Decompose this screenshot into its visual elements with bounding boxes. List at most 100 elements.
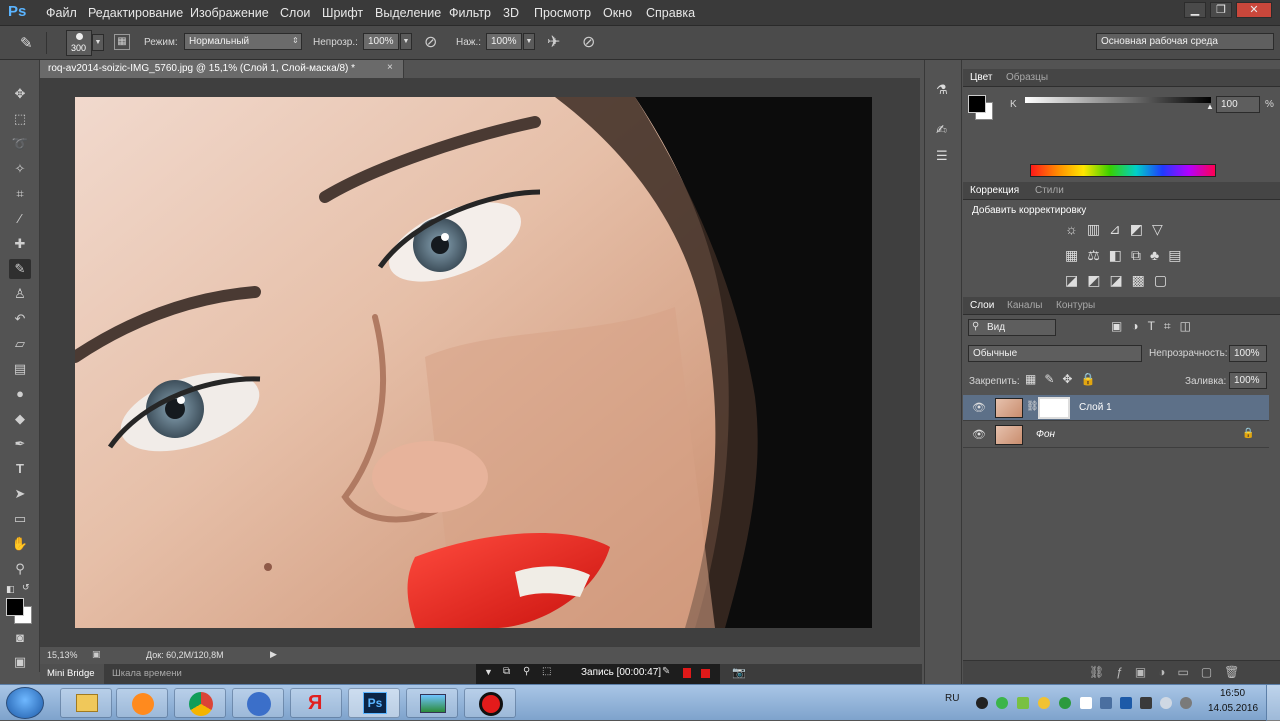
eyedropper-tool-icon[interactable]: ⁄ bbox=[9, 209, 31, 229]
show-desktop-button[interactable] bbox=[1266, 685, 1280, 721]
tab-adjustments[interactable]: Коррекция bbox=[970, 185, 1019, 196]
blur-tool-icon[interactable]: ◆ bbox=[9, 409, 31, 429]
zoom-tool-icon[interactable]: ⚲ bbox=[9, 559, 31, 579]
rectangle-tool-icon[interactable]: ▭ bbox=[9, 509, 31, 529]
zoom-level[interactable]: 15,13% bbox=[47, 650, 78, 660]
tray-network-icon[interactable] bbox=[1140, 697, 1152, 709]
tray-flag-icon[interactable] bbox=[1080, 697, 1092, 709]
layer-filter-icons[interactable]: ▣◑T⌗◫ bbox=[1111, 319, 1200, 334]
type-tool-icon[interactable]: T bbox=[9, 459, 31, 479]
lasso-tool-icon[interactable]: ➰ bbox=[9, 134, 31, 154]
menu-layers[interactable]: Слои bbox=[280, 6, 310, 20]
opacity-dropdown[interactable]: ▼ bbox=[400, 33, 412, 50]
restore-button[interactable]: ❐ bbox=[1210, 2, 1232, 18]
tab-timeline[interactable]: Шкала времени bbox=[112, 668, 182, 679]
pen-tool-icon[interactable]: ✒ bbox=[9, 434, 31, 454]
clone-stamp-tool-icon[interactable]: ♙ bbox=[9, 284, 31, 304]
layer-name[interactable]: Фон bbox=[1036, 429, 1055, 440]
pause-icon[interactable] bbox=[683, 668, 691, 678]
swap-colors-icon[interactable]: ↺ bbox=[22, 582, 30, 593]
taskbar-yandex[interactable]: Я bbox=[290, 688, 342, 718]
brush-presets-icon[interactable]: ✍ bbox=[936, 122, 947, 138]
flow-dropdown[interactable]: ▼ bbox=[523, 33, 535, 50]
visibility-eye-icon[interactable]: 👁 bbox=[972, 401, 986, 414]
opacity-input[interactable]: 100% bbox=[363, 33, 399, 50]
eraser-tool-icon[interactable]: ▱ bbox=[9, 334, 31, 354]
workspace-select[interactable]: Основная рабочая среда bbox=[1096, 33, 1274, 50]
tray-usb-icon[interactable] bbox=[1180, 697, 1192, 709]
taskbar-explorer[interactable] bbox=[60, 688, 112, 718]
layer-mask-thumbnail[interactable] bbox=[1038, 397, 1070, 419]
tray-shield-icon[interactable] bbox=[1059, 697, 1071, 709]
menu-type[interactable]: Шрифт bbox=[322, 6, 363, 20]
crop-tool-icon[interactable]: ⌗ bbox=[9, 184, 31, 204]
move-tool-icon[interactable]: ✥ bbox=[9, 84, 31, 104]
tab-styles[interactable]: Стили bbox=[1035, 185, 1064, 196]
gradient-tool-icon[interactable]: ▤ bbox=[9, 359, 31, 379]
tray-download-icon[interactable] bbox=[1038, 697, 1050, 709]
k-slider-track[interactable] bbox=[1025, 97, 1211, 103]
layer-row-background[interactable]: 👁 Фон 🔒 bbox=[963, 422, 1269, 448]
tray-display-icon[interactable] bbox=[1120, 697, 1132, 709]
tray-record-icon[interactable] bbox=[976, 697, 988, 709]
layer-action-icons[interactable]: ⛓ƒ▣◑▭▢🗑 bbox=[1089, 665, 1251, 679]
tab-swatches[interactable]: Образцы bbox=[1006, 72, 1048, 83]
layer-opacity-input[interactable]: 100% bbox=[1229, 345, 1267, 362]
healing-brush-tool-icon[interactable]: ✚ bbox=[9, 234, 31, 254]
status-info-icon[interactable]: ▣ bbox=[92, 649, 101, 660]
history-panel-icon[interactable]: ⚗ bbox=[936, 82, 948, 98]
menu-help[interactable]: Справка bbox=[646, 6, 695, 20]
close-window-button[interactable]: ✕ bbox=[1236, 2, 1272, 18]
blend-mode-select[interactable]: Обычные bbox=[968, 345, 1142, 362]
stop-icon[interactable] bbox=[701, 669, 710, 678]
tray-sync-icon[interactable] bbox=[996, 697, 1008, 709]
tray-volume-icon[interactable] bbox=[1160, 697, 1172, 709]
brush-preset-picker[interactable]: 300 bbox=[66, 30, 92, 56]
menu-view[interactable]: Просмотр bbox=[534, 6, 591, 20]
quick-mask-icon[interactable]: ◙ bbox=[9, 628, 31, 648]
lock-icons[interactable]: ▦✎✥🔒 bbox=[1025, 372, 1103, 386]
dodge-tool-icon[interactable]: ● bbox=[9, 384, 31, 404]
quick-select-tool-icon[interactable]: ✧ bbox=[9, 159, 31, 179]
language-indicator[interactable]: RU bbox=[945, 693, 959, 704]
menu-image[interactable]: Изображение bbox=[190, 6, 269, 20]
brush-preset-dropdown[interactable]: ▼ bbox=[92, 34, 104, 51]
visibility-eye-icon[interactable]: 👁 bbox=[972, 428, 986, 441]
minimize-button[interactable]: ▁ bbox=[1184, 2, 1206, 18]
brush-tool-icon[interactable]: ✎ bbox=[9, 259, 31, 279]
menu-select[interactable]: Выделение bbox=[375, 6, 441, 20]
clock-date[interactable]: 14.05.2016 bbox=[1208, 703, 1258, 714]
marquee-tool-icon[interactable]: ⬚ bbox=[9, 109, 31, 129]
taskbar-image-viewer[interactable] bbox=[406, 688, 458, 718]
layer-filter-select[interactable]: Вид bbox=[968, 319, 1056, 336]
document-tab[interactable]: roq-av2014-soizic-IMG_5760.jpg @ 15,1% (… bbox=[40, 60, 404, 78]
start-button[interactable] bbox=[6, 687, 44, 719]
tab-color[interactable]: Цвет bbox=[970, 72, 992, 83]
clock-time[interactable]: 16:50 bbox=[1220, 688, 1245, 699]
k-slider-thumb[interactable]: ▲ bbox=[1206, 102, 1214, 111]
taskbar-chrome[interactable] bbox=[174, 688, 226, 718]
k-value-input[interactable]: 100 bbox=[1216, 96, 1260, 113]
brush-tool-icon[interactable]: ✎ bbox=[20, 34, 42, 52]
screen-mode-icon[interactable]: ▣ bbox=[9, 652, 31, 672]
adjustment-icons-row-3[interactable]: ◪◩◪▩▢ bbox=[1065, 272, 1176, 289]
window-icon[interactable]: ⧉ bbox=[503, 666, 510, 677]
status-menu-arrow-icon[interactable]: ▶ bbox=[270, 649, 277, 660]
region-select-icon[interactable]: ⬚ bbox=[542, 666, 551, 677]
adjustment-icons-row-2[interactable]: ▦⚖◧⧉♣▤ bbox=[1065, 247, 1190, 264]
foreground-color-swatch[interactable] bbox=[6, 598, 24, 616]
mode-select[interactable]: Нормальный bbox=[184, 33, 302, 50]
default-colors-icon[interactable]: ◧ bbox=[6, 584, 15, 595]
menu-window[interactable]: Окно bbox=[603, 6, 632, 20]
magnifier-icon[interactable]: ⚲ bbox=[523, 666, 530, 677]
properties-sliders-icon[interactable]: ☰ bbox=[936, 148, 948, 164]
taskbar-photoshop[interactable]: Ps bbox=[348, 688, 400, 718]
collapse-arrow-icon[interactable]: ▼ bbox=[484, 667, 493, 677]
tab-layers[interactable]: Слои bbox=[970, 300, 994, 311]
taskbar-audio[interactable] bbox=[232, 688, 284, 718]
menu-3d[interactable]: 3D bbox=[503, 6, 519, 20]
brush-panel-icon[interactable]: ▦ bbox=[114, 34, 130, 50]
history-brush-tool-icon[interactable]: ↶ bbox=[9, 309, 31, 329]
airbrush-icon[interactable]: ✈ bbox=[547, 32, 560, 52]
camera-icon[interactable]: 📷 bbox=[732, 666, 746, 679]
